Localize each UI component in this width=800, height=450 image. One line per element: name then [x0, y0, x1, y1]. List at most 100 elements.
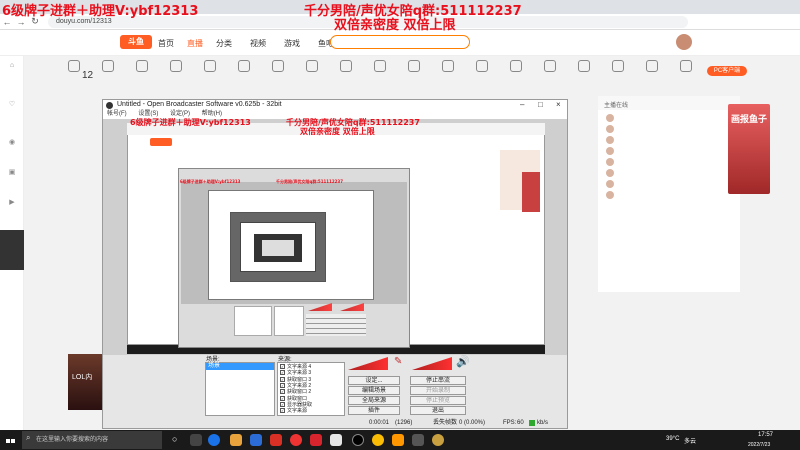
lol-icon[interactable] — [432, 434, 444, 446]
category-item[interactable] — [332, 60, 360, 75]
source-checkbox[interactable]: ✓ — [280, 364, 285, 370]
category-item[interactable] — [60, 60, 88, 75]
weather-temp[interactable]: 39°C — [666, 436, 679, 442]
menu-account[interactable]: 帐号(F) — [107, 111, 127, 117]
preview-button[interactable]: 停止预览 — [410, 396, 466, 405]
source-checkbox[interactable]: ✓ — [280, 376, 285, 382]
source-checkbox[interactable]: ✓ — [280, 408, 285, 414]
multitask-icon[interactable] — [190, 434, 202, 446]
minimize-icon[interactable]: – — [520, 100, 524, 110]
maximize-icon[interactable]: □ — [538, 100, 543, 110]
source-item[interactable]: ✓ 显示器获取 — [280, 402, 312, 408]
red-app-icon[interactable] — [310, 434, 322, 446]
status-kbps-label: kb/s — [537, 420, 549, 426]
right-panel-row[interactable] — [606, 180, 618, 190]
douyu-logo[interactable]: 斗鱼 — [120, 35, 152, 49]
terminal-icon[interactable] — [412, 434, 424, 446]
source-checkbox[interactable]: ✓ — [280, 383, 285, 389]
clock-time[interactable]: 17:57 — [758, 432, 773, 438]
close-icon[interactable]: × — [556, 100, 561, 110]
category-item[interactable] — [468, 60, 496, 75]
obs-taskbar-icon[interactable] — [352, 434, 364, 446]
clock-date[interactable]: 2022/7/23 — [748, 442, 770, 448]
source-item[interactable]: ✓ 文字来源 3 — [280, 370, 311, 376]
record-button[interactable]: 开始录制 — [410, 386, 466, 395]
sidebar-video-icon[interactable]: ▶ — [4, 198, 20, 214]
pc-client-button[interactable]: PC客户端 — [707, 66, 747, 76]
status-dropped-label: 丢失帧数 — [433, 420, 458, 426]
right-panel-row[interactable] — [606, 136, 618, 146]
category-item[interactable] — [94, 60, 122, 75]
category-item[interactable] — [196, 60, 224, 75]
nested-left-banner: 6级牌子进群＋助理V:ybf12313 — [180, 179, 241, 184]
category-item[interactable] — [570, 60, 598, 75]
nav-category[interactable]: 分类 — [216, 38, 232, 49]
sidebar-follow-icon[interactable]: ♡ — [4, 100, 20, 116]
app-icon[interactable] — [330, 434, 342, 446]
category-item[interactable] — [434, 60, 462, 75]
source-checkbox[interactable]: ✓ — [280, 370, 285, 376]
sidebar-collapse-handle[interactable] — [0, 230, 24, 270]
task-view-icon[interactable]: ○ — [172, 434, 184, 446]
source-item[interactable]: ✓ 获取窗口 — [280, 396, 307, 402]
category-item[interactable] — [672, 60, 700, 75]
category-item[interactable] — [604, 60, 632, 75]
store-icon[interactable] — [250, 434, 262, 446]
status-fps-label: FPS: — [503, 420, 517, 426]
source-checkbox[interactable]: ✓ — [280, 401, 285, 407]
edit-scene-button[interactable]: 编辑场景 — [348, 386, 400, 395]
folder-icon[interactable] — [392, 434, 404, 446]
exit-button[interactable]: 退出 — [410, 406, 466, 415]
right-panel-row[interactable] — [606, 114, 618, 124]
source-item[interactable]: ✓ 获取窗口 2 — [280, 389, 311, 395]
source-label: 获取窗口 — [287, 395, 308, 402]
scene-list[interactable] — [205, 362, 275, 416]
taskbar-search[interactable]: 在这里输入你要搜索的内容 — [22, 431, 162, 449]
windows-start-icon[interactable] — [6, 435, 16, 445]
right-panel-row[interactable] — [606, 169, 618, 179]
right-panel-row[interactable] — [606, 147, 618, 157]
category-item[interactable] — [502, 60, 530, 75]
video-app-icon[interactable] — [270, 434, 282, 446]
category-item[interactable] — [366, 60, 394, 75]
source-item[interactable]: ✓ 获取窗口 3 — [280, 377, 311, 383]
source-checkbox[interactable]: ✓ — [280, 389, 285, 395]
global-sources-button[interactable]: 全局来源 — [348, 396, 400, 405]
nav-video[interactable]: 视频 — [250, 38, 266, 49]
category-item[interactable] — [536, 60, 564, 75]
category-item[interactable] — [230, 60, 258, 75]
speaker-icon[interactable]: 🔊 — [456, 355, 470, 368]
avatar[interactable] — [676, 34, 692, 50]
right-panel-row[interactable] — [606, 158, 618, 168]
mic-icon[interactable]: ✎ — [394, 356, 402, 367]
right-panel-row[interactable] — [606, 125, 618, 135]
weather-text[interactable]: 多云 — [684, 436, 696, 445]
netease-music-icon[interactable] — [290, 434, 302, 446]
sidebar-game-icon[interactable]: ◉ — [4, 138, 20, 154]
gift-card[interactable]: 画报鱼子 — [728, 104, 770, 194]
edge-icon[interactable] — [208, 434, 220, 446]
source-item[interactable]: ✓ 文字来源 2 — [280, 383, 311, 389]
source-checkbox[interactable]: ✓ — [280, 395, 285, 401]
search-input[interactable] — [330, 35, 470, 49]
category-item[interactable] — [400, 60, 428, 75]
sidebar-home-icon[interactable]: ⌂ — [4, 62, 20, 78]
nav-home[interactable]: 首页 — [158, 38, 174, 49]
scene-item-selected[interactable]: 场景 — [206, 363, 274, 370]
category-item[interactable] — [638, 60, 666, 75]
category-item[interactable] — [264, 60, 292, 75]
status-dropped-raw: (1296) — [395, 420, 413, 426]
right-panel-row[interactable] — [606, 191, 618, 201]
source-item[interactable]: ✓ 文字来源 — [280, 408, 307, 414]
chrome-icon[interactable] — [372, 434, 384, 446]
plugins-button[interactable]: 插件 — [348, 406, 400, 415]
start-stream-button[interactable]: 停止串流 — [410, 376, 466, 385]
category-item[interactable] — [162, 60, 190, 75]
category-item[interactable] — [128, 60, 156, 75]
sidebar-live-icon[interactable]: ▣ — [4, 168, 20, 184]
nav-game[interactable]: 游戏 — [284, 38, 300, 49]
explorer-icon[interactable] — [230, 434, 242, 446]
category-item[interactable] — [298, 60, 326, 75]
settings-button[interactable]: 设定... — [348, 376, 400, 385]
nav-live[interactable]: 直播 — [187, 38, 203, 49]
